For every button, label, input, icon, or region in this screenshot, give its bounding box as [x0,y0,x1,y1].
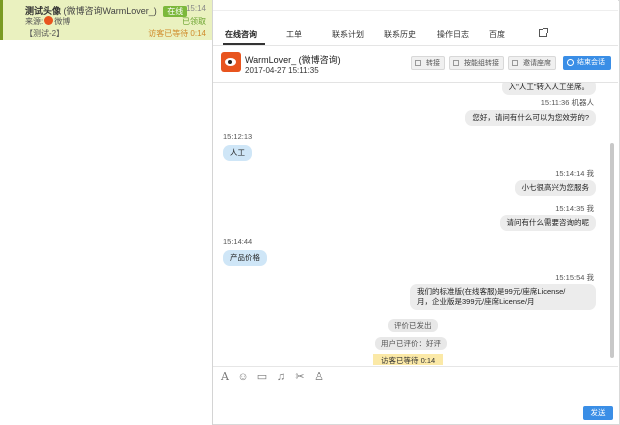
agent-message: 入"人工"转入人工坐席。 [501,83,596,95]
scissors-icon[interactable]: ✂ [294,371,306,383]
invite-label: 邀请座席 [523,60,551,67]
system-message: 用户已评价：好评 [375,337,447,350]
top-strip [213,0,618,11]
agent-message: 您好，请问有什么可以为您效劳的? [465,110,596,126]
group-transfer-button[interactable]: 按能组转接 [449,56,504,70]
agent-message: 小七很高兴为您服务 [514,180,596,196]
send-button[interactable]: 发送 [583,406,613,420]
session-name: 测试头像 [25,6,62,16]
agent-message: 我们的标准版(在线客服)是99元/座席License/ 月，企业版是399元/座… [410,284,596,310]
external-link-icon[interactable] [539,28,548,37]
end-session-button[interactable]: 结束会话 [563,56,611,70]
source-label: 来源: [25,17,44,26]
transfer-label: 转接 [426,60,440,67]
message-timestamp: 15:14:35 我 [555,204,594,213]
message-timestamp: 15:12:13 [223,132,253,141]
received-status: 已领取 [182,17,206,26]
message-timestamp: 15:14:14 我 [555,169,594,178]
input-toolbar: A ☺ ▭ ♫ ✂ ♙ [213,366,618,387]
transfer-icon [415,60,421,66]
message-timestamp: 15:11:36 机器人 [540,98,594,107]
session-list: 测试头像 (微博咨询WarmLover_) 在线 15:14 来源: 微博 已领取… [0,0,213,425]
image-icon[interactable]: ▭ [256,371,268,383]
end-session-label: 结束会话 [577,59,605,66]
session-time: 15:14 [185,4,206,13]
visitor-name: WarmLover_ (微博咨询) [245,55,341,65]
power-icon [567,59,574,66]
tab-ticket[interactable]: 工单 [286,29,302,40]
agent-message-line: 月，企业版是399元/座席License/月 [417,297,535,306]
tab-contact-plan[interactable]: 联系计划 [332,29,364,40]
emoji-icon[interactable]: ☺ [237,371,249,383]
group-transfer-icon [453,60,459,66]
visitor-message: 人工 [223,145,252,161]
user-search-icon[interactable]: ♙ [313,371,325,383]
tab-operation-log[interactable]: 操作日志 [437,29,469,40]
agent-message-line: 我们的标准版(在线客服)是99元/座席License/ [417,287,566,296]
wait-notice: 访客已等待 0:14 [373,354,444,365]
visitor-start-time: 2017-04-27 15:11:35 [245,66,319,75]
weibo-logo-icon [221,52,241,72]
bell-icon[interactable]: ♫ [275,371,287,383]
transfer-button[interactable]: 转接 [411,56,445,70]
tab-contact-history[interactable]: 联系历史 [384,29,416,40]
tab-bar: 在线咨询 工单 联系计划 联系历史 操作日志 百度 [213,26,618,45]
session-source: 来源: 微博 [25,16,70,27]
message-timestamp: 15:14:44 [223,237,253,246]
chat-scrollbar[interactable] [608,83,616,365]
invite-icon [512,60,518,66]
conversation-panel: 在线咨询 工单 联系计划 联系历史 操作日志 百度 WarmLover_ (微博… [213,0,618,425]
system-message: 评价已发出 [388,319,438,332]
session-wait-time: 访客已等待 0:14 [148,29,206,38]
invite-agent-button[interactable]: 邀请座席 [508,56,556,70]
session-channel: (微博咨询WarmLover_) [63,6,157,16]
visitor-message: 产品价格 [223,250,267,266]
message-timestamp: 15:15:54 我 [555,273,594,282]
session-tag: 【测试-2】 [25,29,65,38]
scrollbar-thumb[interactable] [610,143,614,358]
tab-online-consult[interactable]: 在线咨询 [225,29,257,40]
source-channel: 微博 [54,17,71,26]
agent-message: 请问有什么需要咨询的呢 [499,215,596,231]
chat-history: 入"人工"转入人工坐席。 15:11:36 机器人 您好，请问有什么可以为您效劳… [213,83,608,365]
weibo-icon [44,16,54,25]
visitor-info-bar: WarmLover_ (微博咨询) 2017-04-27 15:11:35 转接… [213,46,618,83]
session-item[interactable]: 测试头像 (微博咨询WarmLover_) 在线 15:14 来源: 微博 已领取… [0,0,212,40]
tab-baidu[interactable]: 百度 [489,29,505,40]
text-format-icon[interactable]: A [219,371,231,383]
group-transfer-label: 按能组转接 [464,60,499,67]
